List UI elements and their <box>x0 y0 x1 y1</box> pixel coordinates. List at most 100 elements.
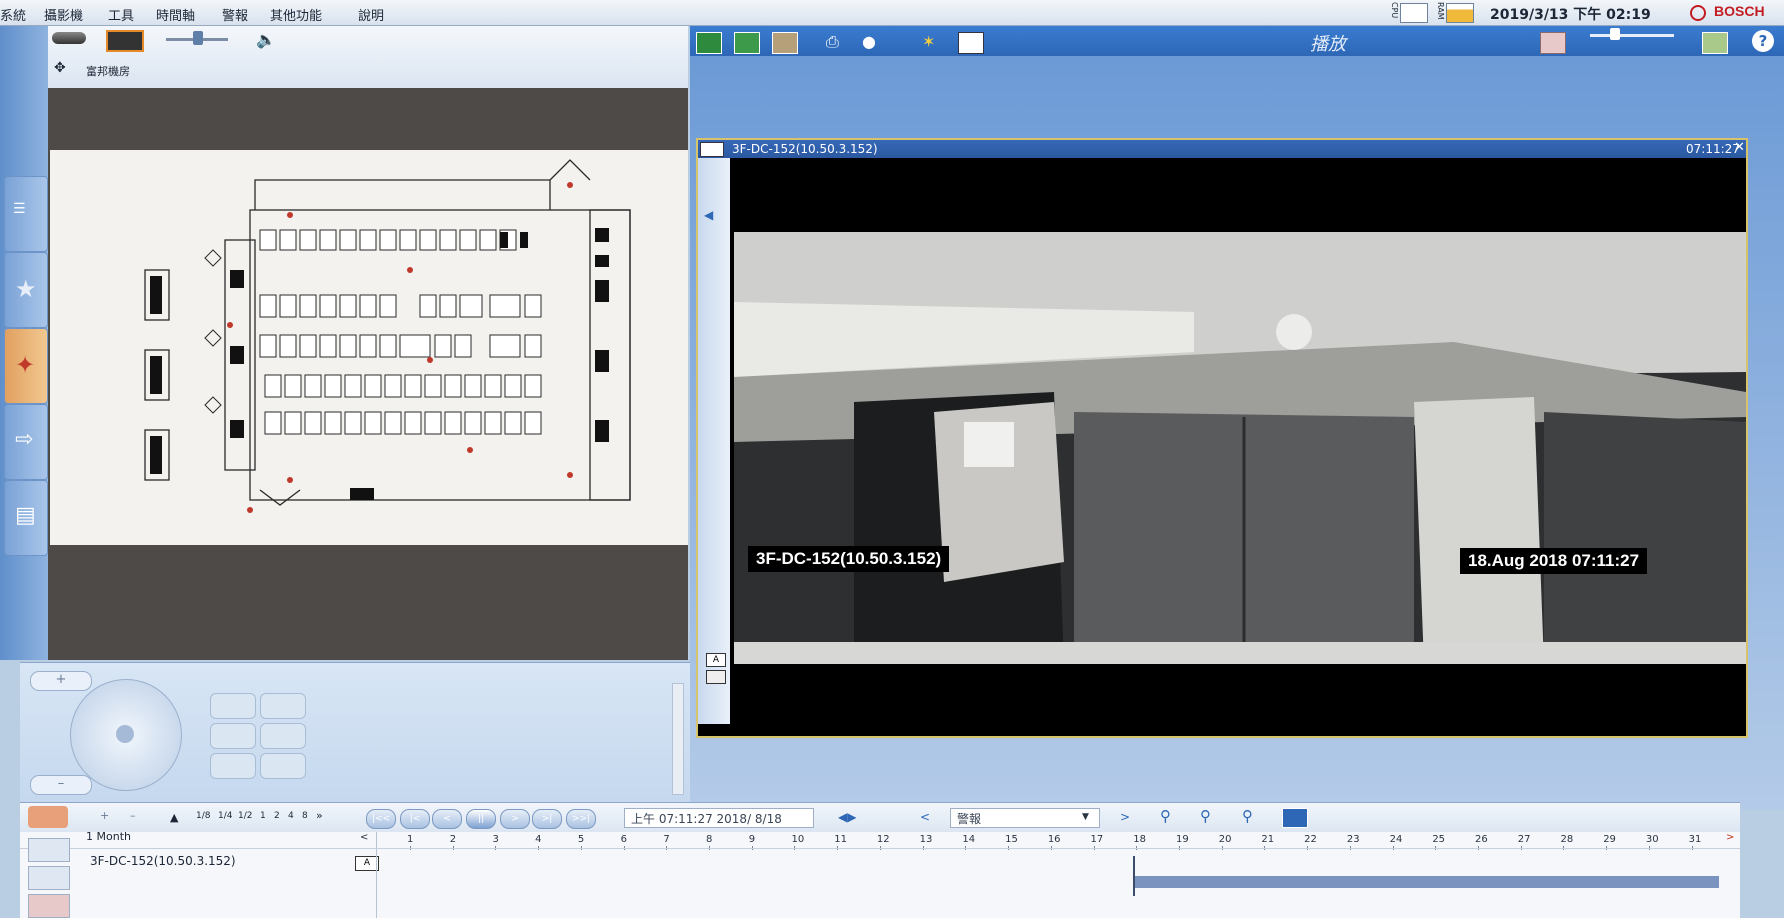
rail-favorites-button[interactable]: ★ <box>4 252 48 328</box>
event-list-button[interactable] <box>28 866 70 890</box>
timeline-day-27: 27 <box>1517 834 1531 845</box>
timeline-range-label: 1 Month <box>86 830 131 843</box>
next-alarm-icon[interactable]: > <box>1120 810 1130 824</box>
timeline-day-15: 15 <box>1005 834 1018 845</box>
timeline-day-21: 21 <box>1261 834 1275 845</box>
rail-export-button[interactable]: ⇨ <box>4 404 48 480</box>
chevron-down-icon[interactable]: ▼ <box>1082 812 1089 822</box>
speed-1[interactable]: 1 <box>260 811 266 821</box>
timeline-day-11: 11 <box>834 834 847 845</box>
menu-timeline[interactable]: 時間軸 <box>156 5 195 24</box>
rail-list-button[interactable]: ▤ <box>4 480 48 556</box>
speed-8[interactable]: 8 <box>302 811 308 821</box>
list-icon: ▤ <box>15 503 36 528</box>
close-icon[interactable]: ✕ <box>1734 140 1745 155</box>
timeline-day-25: 25 <box>1432 834 1446 845</box>
pane-size-slider[interactable] <box>1590 34 1674 37</box>
timeline-day-3: 3 <box>492 834 499 845</box>
current-time-field[interactable]: 上午 07:11:27 2018/ 8/18 <box>624 808 814 828</box>
alarm-badge: A <box>706 653 726 667</box>
ptz-iris-button[interactable] <box>210 723 256 749</box>
speed-4[interactable]: 4 <box>288 811 294 821</box>
help-icon[interactable]: ? <box>1752 30 1774 52</box>
volume-thumb[interactable] <box>193 31 203 45</box>
instant-playback-icon[interactable] <box>696 32 722 54</box>
zoom-timeline-in-icon[interactable]: ⚲ <box>1160 807 1171 825</box>
ptz-aux-button[interactable] <box>260 723 306 749</box>
sequence-icon[interactable]: ✶ <box>922 32 946 52</box>
timeline-day-23: 23 <box>1346 834 1360 845</box>
zoom-timeline-fit-icon[interactable]: ⚲ <box>1242 807 1253 825</box>
step-forward-button[interactable]: >| <box>532 809 562 829</box>
snapshot-icon[interactable]: ● <box>862 32 886 52</box>
pane-size-thumb[interactable] <box>1610 28 1620 40</box>
bookmark-icon[interactable] <box>772 32 798 54</box>
menu-other[interactable]: 其他功能 <box>270 5 322 24</box>
recording-bar[interactable] <box>1133 876 1719 888</box>
timeline-day-22: 22 <box>1304 834 1317 845</box>
playhead[interactable] <box>1133 856 1136 896</box>
joystick-center[interactable] <box>116 725 134 743</box>
floor-plan-drawing <box>144 159 631 513</box>
ptz-record-button[interactable] <box>210 753 256 779</box>
previous-alarm-icon[interactable]: < <box>920 810 930 824</box>
menu-system[interactable]: 系統 <box>0 5 26 24</box>
menu-tools[interactable]: 工具 <box>108 5 134 24</box>
skip-end-button[interactable]: >>| <box>566 809 596 829</box>
rail-logical-tree-button[interactable]: ☰ <box>4 176 48 252</box>
timeline-day-7: 7 <box>663 834 670 845</box>
runner-icon: » <box>316 809 323 822</box>
ptz-focus-button[interactable] <box>260 693 306 719</box>
add-pane-icon[interactable] <box>1702 32 1728 54</box>
layout-icon[interactable] <box>958 32 984 54</box>
speed-1-8[interactable]: 1/8 <box>196 811 210 821</box>
pause-button[interactable]: || <box>466 809 496 829</box>
speed-1-2[interactable]: 1/2 <box>238 811 252 821</box>
ptz-scrollbar[interactable] <box>672 683 684 795</box>
audio-icon[interactable]: ◀ <box>704 208 713 222</box>
ptz-preset-button[interactable] <box>210 693 256 719</box>
timeline-export-icon[interactable] <box>1282 808 1308 828</box>
zoom-in-button[interactable]: + <box>30 671 92 691</box>
speed-2[interactable]: 2 <box>274 811 280 821</box>
play-button[interactable]: > <box>500 809 530 829</box>
speaker-icon[interactable]: 🔈 <box>256 30 276 49</box>
vms-screen: 系統 攝影機 工具 時間軸 警報 其他功能 說明 CPU RAM 2019/3/… <box>0 0 1784 918</box>
timeline-day-24: 24 <box>1389 834 1403 845</box>
timeline-scroll-right-icon[interactable]: > <box>1726 832 1734 843</box>
zoom-image-icon[interactable] <box>734 32 760 54</box>
camera-icon[interactable] <box>52 32 86 44</box>
film-icon[interactable] <box>106 30 144 52</box>
timeline-ruler[interactable]: 1 2 3 4 5 6 7 8 9 10 11 12 13 14 15 16 17 18 19 20 21 22 23 24 2… <box>376 832 1727 918</box>
goto-time-icon[interactable]: ◀▶ <box>838 810 856 824</box>
timeline-zoom-in-button[interactable]: + <box>100 809 109 822</box>
camera-video-frame: 3F-DC-152(10.50.3.152) 18.Aug 2018 07:11… <box>734 232 1746 664</box>
camera-list-button[interactable] <box>28 838 70 862</box>
alarm-list-button[interactable] <box>28 806 68 828</box>
print-icon[interactable]: ⎙ <box>826 32 850 52</box>
timeline-day-31: 31 <box>1688 834 1702 845</box>
step-back-button[interactable]: |< <box>400 809 430 829</box>
timeline-scroll-left-icon[interactable]: < <box>360 832 368 843</box>
rail-map-button[interactable]: ✦ <box>4 328 48 404</box>
ptz-stop-button[interactable] <box>260 753 306 779</box>
menu-alarm[interactable]: 警報 <box>222 5 248 24</box>
move-icon[interactable]: ✥ <box>54 60 66 76</box>
reverse-play-button[interactable]: < <box>432 809 462 829</box>
zoom-out-button[interactable]: – <box>30 775 92 795</box>
menu-help[interactable]: 說明 <box>358 5 384 24</box>
timeline-zoom-out-button[interactable]: – <box>130 809 136 822</box>
alarm-filter-select[interactable]: 警報 <box>950 808 1100 828</box>
timeline-day-8: 8 <box>706 834 713 845</box>
menu-camera[interactable]: 攝影機 <box>44 5 83 24</box>
skip-start-button[interactable]: |<< <box>366 809 396 829</box>
floor-plan-map[interactable] <box>50 150 688 545</box>
display-icon[interactable] <box>1540 32 1566 54</box>
turtle-icon: ▲ <box>170 811 179 824</box>
speed-1-4[interactable]: 1/4 <box>218 811 232 821</box>
timeline-track-area: 1 Month < > 3F-DC-152(10.50.3.152) A 123… <box>20 830 1740 918</box>
system-clock: 2019/3/13 下午 02:19 <box>1490 7 1651 23</box>
search-list-button[interactable] <box>28 894 70 918</box>
compass-icon: ✦ <box>15 351 36 379</box>
zoom-timeline-out-icon[interactable]: ⚲ <box>1200 807 1211 825</box>
